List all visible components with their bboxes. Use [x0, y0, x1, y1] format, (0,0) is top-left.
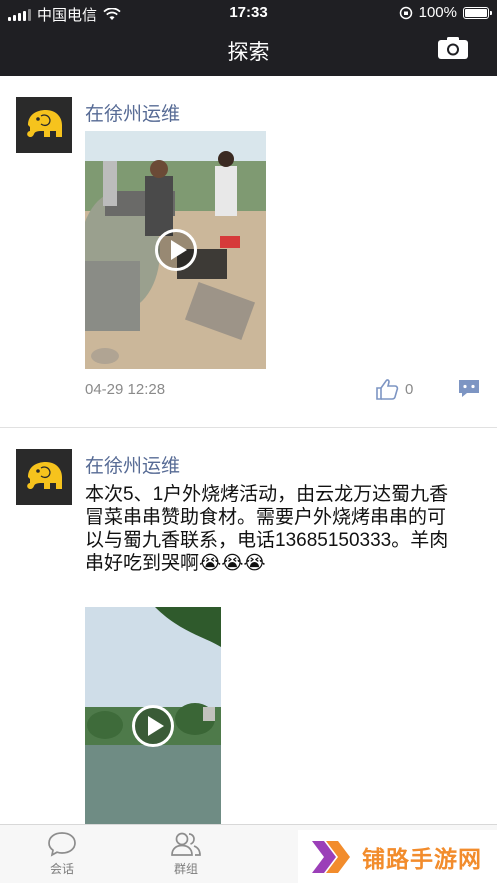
tab-conversations[interactable]: 会话	[22, 831, 102, 877]
video-thumbnail[interactable]	[85, 607, 221, 824]
tab-groups[interactable]: 群组	[146, 831, 226, 877]
like-count: 0	[405, 380, 414, 398]
battery-icon	[463, 6, 492, 19]
status-bar: 中国电信 17:33 100%	[0, 0, 497, 26]
camera-icon[interactable]	[437, 36, 469, 60]
video-thumbnail[interactable]	[85, 131, 266, 369]
page-title: 探索	[227, 41, 270, 64]
chat-bubble-icon	[48, 832, 76, 857]
avatar[interactable]	[16, 449, 72, 505]
post: 在徐州运维 04-29 12:28 0	[0, 76, 497, 428]
post-username[interactable]: 在徐州运维	[85, 99, 180, 126]
post-text: 本次5、1户外烧烤活动，由云龙万达蜀九香冒菜串串赞助食材。需要户外烧烤串串的可以…	[85, 484, 449, 574]
feed[interactable]: 在徐州运维 04-29 12:28 0 在徐州运维 本次5、1户外烧烤活动，由云…	[0, 76, 497, 824]
post-timestamp: 04-29 12:28	[85, 381, 166, 398]
play-button[interactable]	[132, 705, 174, 747]
thumbs-up-icon	[376, 379, 399, 400]
battery-percent: 100%	[418, 4, 457, 21]
watermark-text: 铺路手游网	[362, 845, 482, 872]
like-button[interactable]: 0	[375, 378, 413, 400]
play-button[interactable]	[155, 229, 197, 271]
nav-bar: 探索	[0, 26, 497, 76]
elephant-icon	[27, 110, 62, 138]
avatar[interactable]	[16, 97, 72, 153]
watermark: 铺路手游网	[298, 830, 497, 883]
watermark-logo	[312, 840, 350, 873]
post: 在徐州运维 本次5、1户外烧烤活动，由云龙万达蜀九香冒菜串串赞助食材。需要户外烧…	[0, 428, 497, 824]
post-username[interactable]: 在徐州运维	[85, 451, 180, 478]
orientation-lock-icon	[399, 6, 412, 19]
tab-label: 群组	[173, 862, 198, 876]
tab-label: 会话	[49, 862, 74, 876]
group-icon	[171, 832, 201, 856]
elephant-icon	[27, 462, 62, 490]
comment-icon[interactable]	[457, 378, 481, 398]
